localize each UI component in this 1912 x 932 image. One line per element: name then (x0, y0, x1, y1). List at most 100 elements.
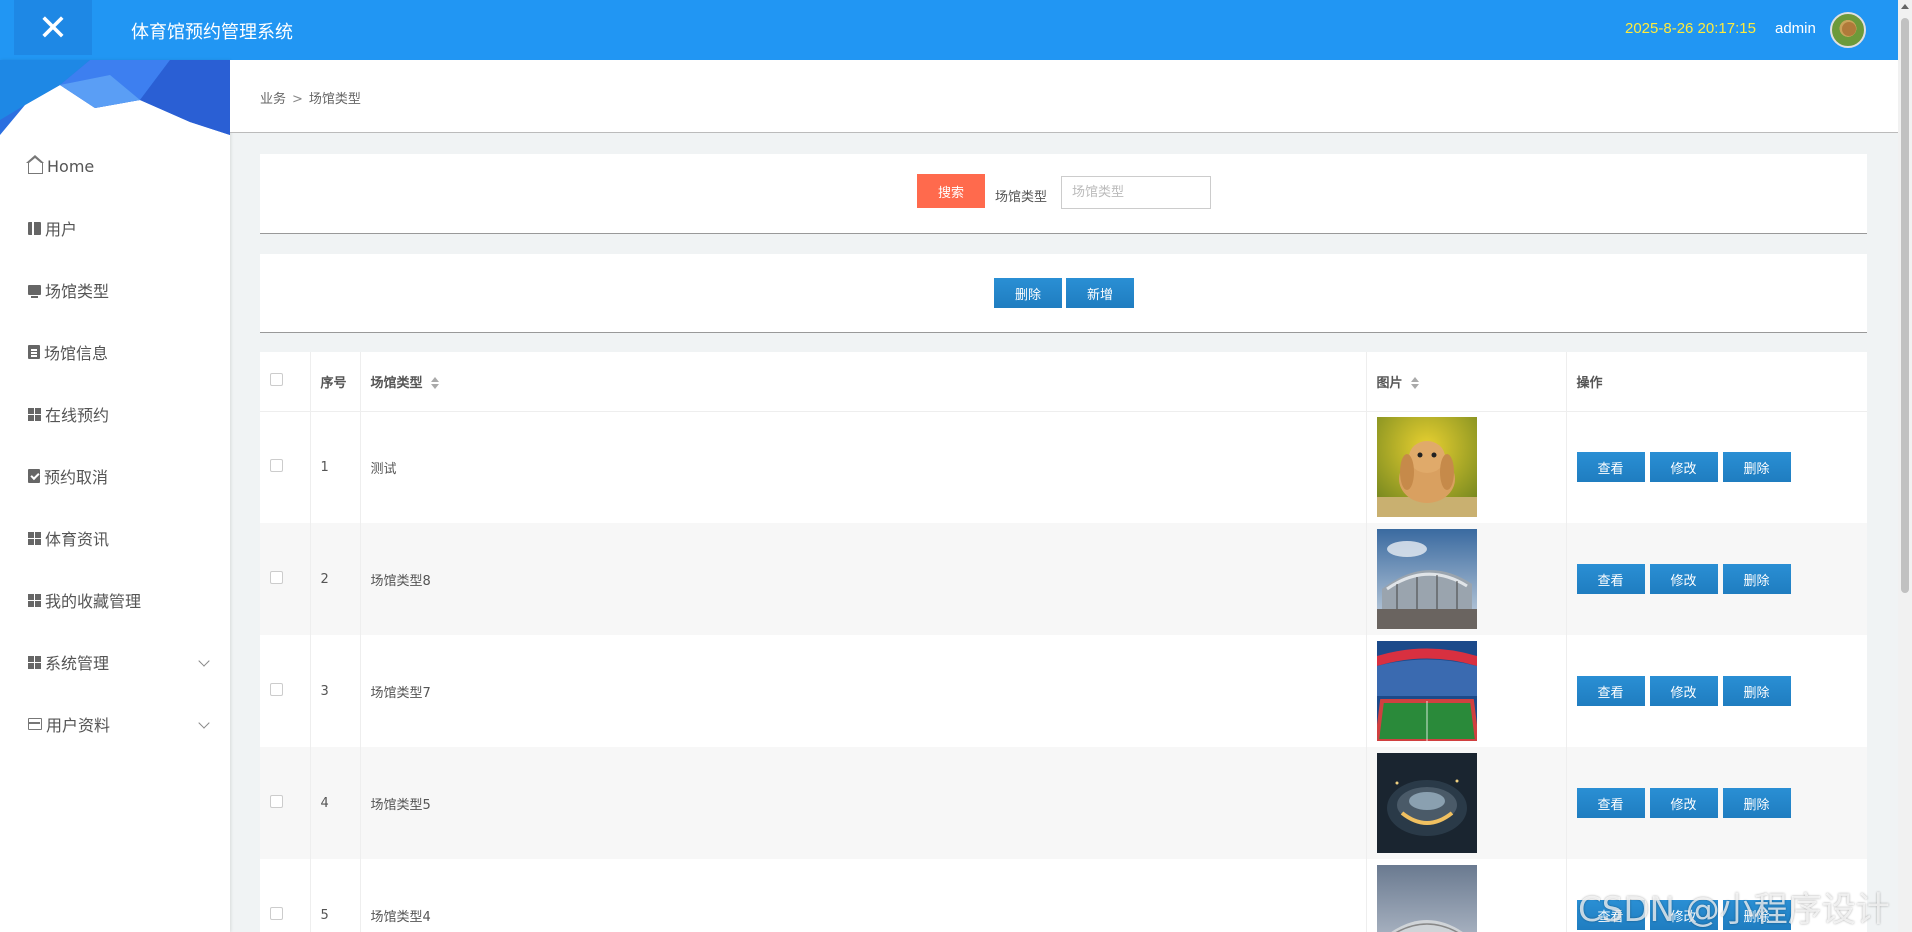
delete-button[interactable]: 删除 (1722, 452, 1791, 483)
avatar[interactable] (1830, 12, 1866, 48)
sort-icon[interactable] (1410, 377, 1419, 390)
view-button[interactable]: 查看 (1576, 788, 1645, 818)
sidebar-item-online-booking[interactable]: 在线预约 (0, 383, 230, 445)
view-button[interactable]: 查看 (1576, 564, 1645, 594)
table-header-row: 序号 场馆类型 图片 操作 (260, 352, 1867, 412)
row-checkbox[interactable] (270, 906, 283, 920)
sidebar-item-label: 用户资料 (46, 716, 111, 735)
row-image-cell (1366, 411, 1567, 523)
edit-button[interactable]: 修改 (1649, 564, 1718, 594)
column-header-image[interactable]: 图片 (1366, 352, 1567, 412)
data-table: 序号 场馆类型 图片 操作 1 测试 查看 修改 删除 2 场馆类型8 查看 修… (260, 352, 1867, 932)
row-checkbox-cell (260, 859, 311, 932)
select-all-checkbox[interactable] (270, 372, 283, 386)
edit-button[interactable]: 修改 (1649, 788, 1718, 818)
grid-icon (28, 407, 41, 421)
table-row: 3 场馆类型7 查看 修改 删除 (260, 635, 1867, 747)
search-button[interactable]: 搜索 (917, 174, 985, 208)
search-input[interactable] (1061, 176, 1211, 209)
delete-button[interactable]: 删除 (1722, 564, 1791, 594)
sidebar-item-label: 预约取消 (44, 468, 109, 487)
home-icon (26, 154, 44, 174)
stadium-exterior-photo[interactable] (1376, 529, 1477, 629)
sidebar-item-sports-news[interactable]: 体育资讯 (0, 507, 230, 569)
sidebar-item-home[interactable]: Home (0, 135, 230, 197)
row-index: 1 (310, 411, 361, 523)
row-index: 5 (310, 859, 361, 932)
edit-button[interactable]: 修改 (1649, 452, 1718, 483)
row-type: 场馆类型8 (360, 523, 1367, 635)
sidebar-banner (0, 60, 230, 135)
rabbit-photo[interactable] (1376, 417, 1477, 518)
grid-icon (28, 531, 41, 545)
row-ops-cell: 查看 修改 删除 (1566, 523, 1867, 635)
column-header-type[interactable]: 场馆类型 (360, 352, 1367, 412)
scrollbar-thumb[interactable] (1901, 18, 1909, 593)
table-row: 2 场馆类型8 查看 修改 删除 (260, 523, 1867, 635)
row-checkbox-cell (260, 747, 311, 859)
app-title: 体育馆预约管理系统 (131, 22, 293, 43)
stadium-interior-photo[interactable] (1376, 641, 1477, 741)
search-field-label: 场馆类型 (995, 190, 1048, 205)
row-index: 4 (310, 747, 361, 859)
row-image-cell (1366, 747, 1567, 859)
row-checkbox[interactable] (270, 570, 283, 584)
sidebar-item-users[interactable]: 用户 (0, 197, 230, 259)
row-checkbox[interactable] (270, 458, 283, 472)
sidebar-item-user-profile[interactable]: 用户资料 (0, 693, 230, 755)
sidebar-item-label: 系统管理 (45, 654, 110, 673)
grid-icon (28, 593, 41, 607)
breadcrumb-separator: > (292, 92, 303, 107)
column-header-index: 序号 (310, 352, 361, 412)
breadcrumb-bar: 业务 > 场馆类型 (230, 60, 1898, 133)
row-checkbox-cell (260, 635, 311, 747)
close-icon[interactable]: ✕ (14, 0, 92, 55)
card-icon (28, 718, 42, 730)
row-ops-cell: 查看 修改 删除 (1566, 411, 1867, 523)
table-row: 1 测试 查看 修改 删除 (260, 411, 1867, 523)
sort-icon[interactable] (430, 377, 439, 390)
sidebar-item-favorites[interactable]: 我的收藏管理 (0, 569, 230, 631)
sidebar-item-label: 用户 (45, 220, 78, 239)
sidebar: Home 用户 场馆类型 场馆信息 在线预约 预约取消 体育资讯 我的收藏管理 (0, 60, 230, 932)
sidebar-item-system-management[interactable]: 系统管理 (0, 631, 230, 693)
book-icon (28, 221, 41, 235)
row-image-cell (1366, 859, 1567, 932)
row-type: 场馆类型5 (360, 747, 1367, 859)
search-panel: 搜索 场馆类型 (260, 154, 1867, 234)
row-type: 场馆类型4 (360, 859, 1367, 932)
sidebar-item-label: 场馆类型 (45, 282, 110, 301)
grid-icon (28, 655, 41, 669)
delete-button[interactable]: 删除 (1722, 676, 1791, 706)
row-type: 测试 (360, 411, 1367, 523)
row-checkbox[interactable] (270, 682, 283, 696)
row-ops-cell: 查看 修改 删除 (1566, 635, 1867, 747)
delete-button[interactable]: 删除 (1722, 788, 1791, 818)
edit-button[interactable]: 修改 (1649, 676, 1718, 706)
chevron-down-icon (198, 655, 210, 667)
sidebar-item-label: 场馆信息 (44, 344, 109, 363)
stadium-photo[interactable] (1376, 865, 1477, 932)
view-button[interactable]: 查看 (1576, 452, 1645, 483)
row-type: 场馆类型7 (360, 635, 1367, 747)
sidebar-item-label: 体育资讯 (45, 530, 110, 549)
scroll-up-icon[interactable] (1901, 4, 1909, 9)
sidebar-item-booking-cancel[interactable]: 预约取消 (0, 445, 230, 507)
breadcrumb-current: 场馆类型 (308, 92, 361, 107)
select-all-cell (260, 352, 311, 412)
monitor-icon (28, 285, 41, 298)
row-checkbox[interactable] (270, 794, 283, 808)
clipboard-check-icon (28, 469, 40, 483)
column-header-label: 图片 (1376, 375, 1403, 391)
view-button[interactable]: 查看 (1576, 676, 1645, 706)
sidebar-item-venue-type[interactable]: 场馆类型 (0, 259, 230, 321)
arena-night-photo[interactable] (1376, 753, 1477, 853)
sidebar-item-venue-info[interactable]: 场馆信息 (0, 321, 230, 383)
action-panel: 删除 新增 (260, 254, 1867, 333)
add-button[interactable]: 新增 (1066, 278, 1134, 308)
breadcrumb-item[interactable]: 业务 (260, 92, 286, 107)
bulk-delete-button[interactable]: 删除 (994, 278, 1062, 308)
username[interactable]: admin (1775, 20, 1816, 37)
column-header-ops: 操作 (1566, 352, 1867, 412)
page-scrollbar[interactable] (1898, 0, 1912, 932)
